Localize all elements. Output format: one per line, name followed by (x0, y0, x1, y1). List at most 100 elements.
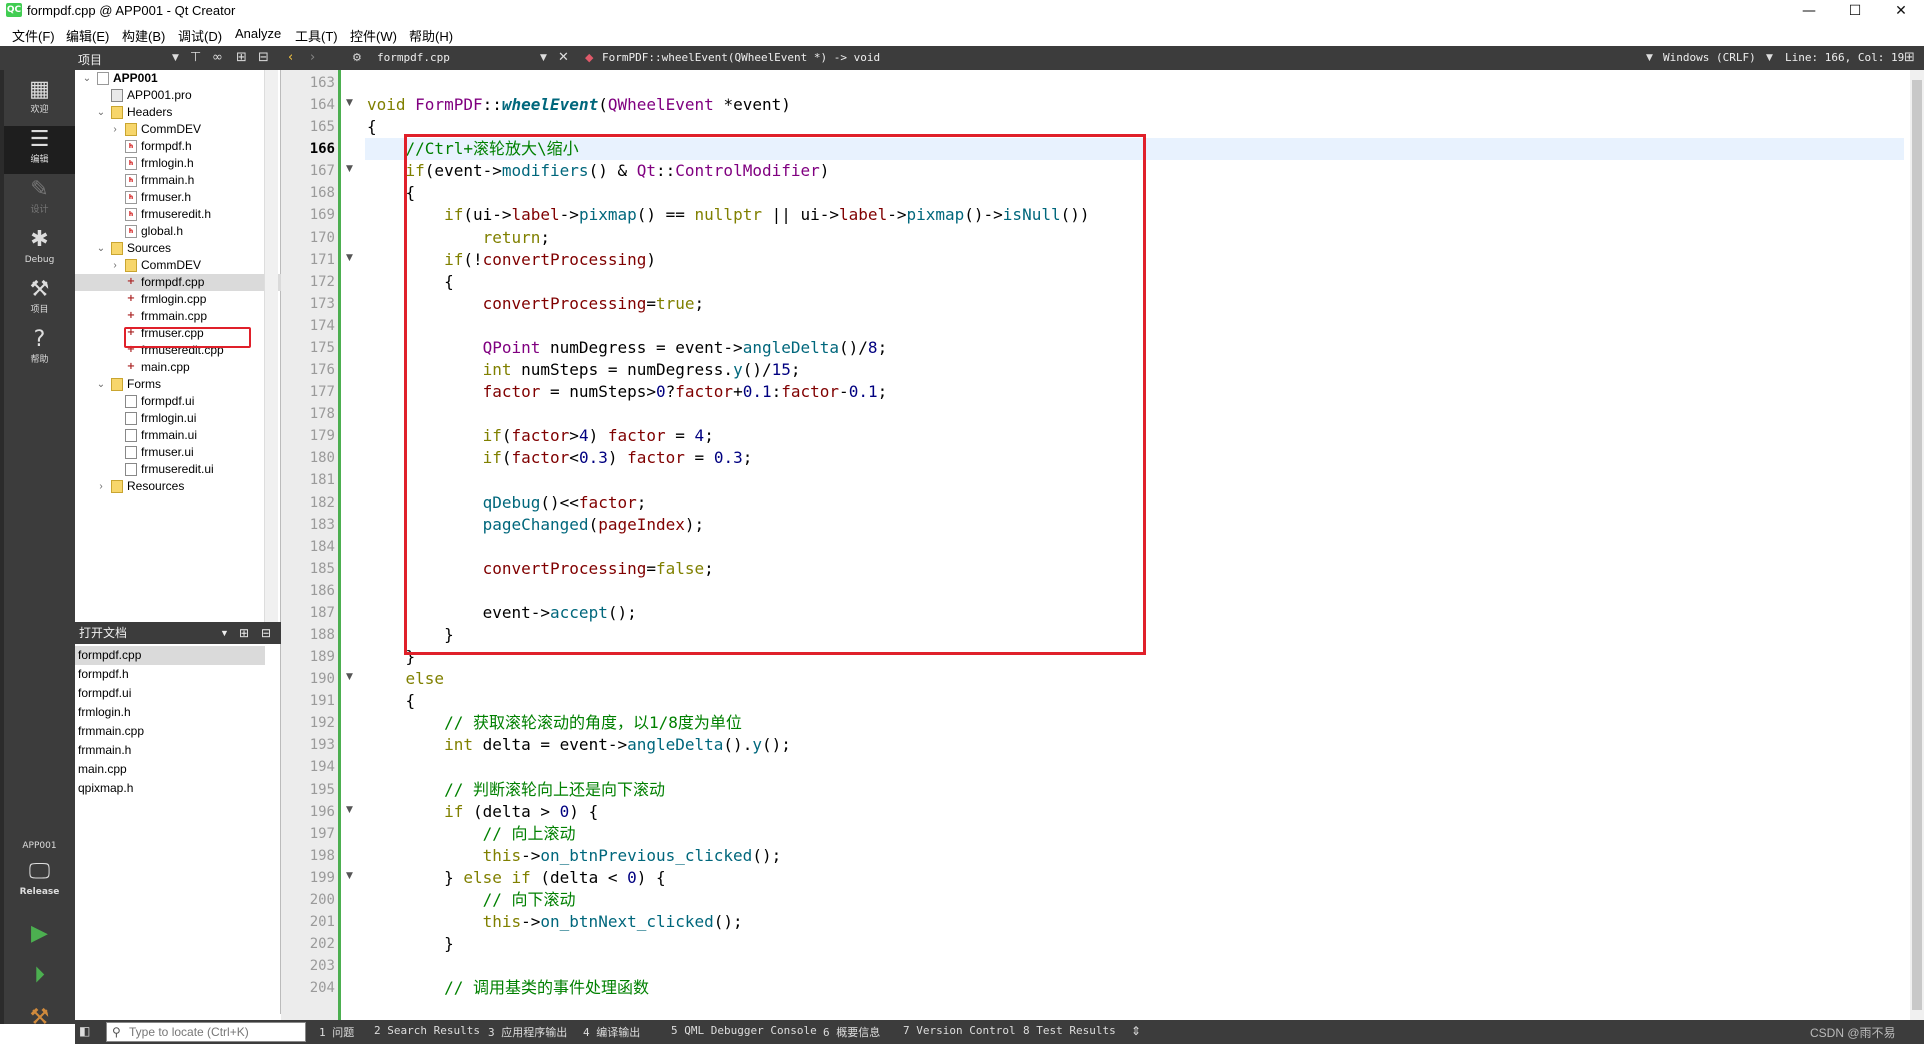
split-editor-icon[interactable]: ⊞ (1904, 48, 1915, 68)
menu-debug[interactable]: 调试(D) (178, 26, 222, 45)
chevron-down-icon[interactable]: ⌄ (95, 104, 107, 121)
code-line[interactable]: this->on_btnNext_clicked(); (367, 911, 743, 933)
fold-toggle-icon[interactable]: ▼ (346, 164, 353, 174)
restore-button[interactable]: ☐ (1832, 0, 1878, 22)
tree-item[interactable]: frmlogin.ui (75, 410, 281, 427)
tree-item[interactable]: h frmuseredit.h (75, 206, 281, 223)
position-dropdown-icon[interactable]: ▼ (1766, 48, 1773, 68)
output-pane-tab[interactable]: 7 Version Control (903, 1024, 1016, 1037)
menu-file[interactable]: 文件(F) (12, 26, 55, 45)
fold-toggle-icon[interactable]: ▼ (346, 253, 353, 263)
code-line[interactable]: void FormPDF::wheelEvent(QWheelEvent *ev… (367, 94, 791, 116)
tree-item[interactable]: › Resources (75, 478, 281, 495)
open-document-item[interactable]: frmmain.cpp (75, 722, 265, 741)
output-pane-tab[interactable]: 2 Search Results (374, 1024, 480, 1037)
cursor-position[interactable]: Line: 166, Col: 19 (1785, 51, 1904, 64)
open-document-item[interactable]: formpdf.h (75, 665, 265, 684)
chevron-right-icon[interactable]: › (109, 257, 121, 274)
menu-widgets[interactable]: 控件(W) (350, 26, 397, 45)
code-line[interactable]: int delta = event->angleDelta().y(); (367, 734, 791, 756)
tree-item[interactable]: › CommDEV (75, 121, 281, 138)
project-tree-scrollbar[interactable] (264, 70, 278, 622)
fold-toggle-icon[interactable]: ▼ (346, 871, 353, 881)
code-line[interactable]: if (delta > 0) { (367, 801, 598, 823)
mode-welcome[interactable]: ▦ 欢迎 (4, 76, 75, 124)
code-line[interactable]: { (367, 690, 416, 712)
open-document-item[interactable]: frmlogin.h (75, 703, 265, 722)
code-line[interactable]: else (367, 668, 445, 690)
minimize-button[interactable]: — (1786, 0, 1832, 22)
locate-input[interactable]: ⚲ Type to locate (Ctrl+K) (106, 1022, 306, 1042)
open-document-item[interactable]: frmmain.h (75, 741, 265, 760)
forward-icon[interactable]: › (310, 48, 315, 68)
code-line[interactable]: this->on_btnPrevious_clicked(); (367, 845, 782, 867)
open-documents-split-icon[interactable]: ⊞ (239, 622, 249, 644)
link-icon[interactable]: ∞ (212, 48, 223, 68)
line-ending-dropdown-icon[interactable]: ▼ (1646, 48, 1653, 68)
build-button[interactable]: ⚒ (4, 1004, 75, 1040)
chevron-down-icon[interactable]: ⌄ (95, 376, 107, 393)
fold-toggle-icon[interactable]: ▼ (346, 98, 353, 108)
close-file-icon[interactable]: ✕ (558, 48, 569, 68)
tree-item[interactable]: h global.h (75, 223, 281, 240)
output-pane-tab[interactable]: 4 编译输出 (583, 1024, 640, 1040)
chevron-right-icon[interactable]: › (109, 121, 121, 138)
open-document-item[interactable]: qpixmap.h (75, 779, 265, 798)
tree-item[interactable]: h frmmain.h (75, 172, 281, 189)
code-line[interactable]: // 获取滚轮滚动的角度，以1/8度为单位 (367, 712, 742, 734)
code-line[interactable]: // 向上滚动 (367, 823, 576, 845)
output-pane-tab[interactable]: 5 QML Debugger Console (671, 1024, 817, 1037)
mode-debug[interactable]: ✱ Debug (4, 226, 75, 274)
editor-scrollbar[interactable] (1910, 70, 1924, 1020)
tree-item[interactable]: ⌄ APP001 (75, 70, 281, 87)
tree-item[interactable]: + formpdf.cpp (75, 274, 281, 291)
code-line[interactable]: // 向下滚动 (367, 889, 576, 911)
tree-item[interactable]: frmmain.ui (75, 427, 281, 444)
output-pane-tab[interactable]: 3 应用程序输出 (488, 1024, 567, 1040)
line-ending[interactable]: Windows (CRLF) (1663, 51, 1756, 64)
tree-item[interactable]: h formpdf.h (75, 138, 281, 155)
open-document-item[interactable]: main.cpp (75, 760, 265, 779)
back-icon[interactable]: ‹ (288, 48, 293, 68)
code-line[interactable]: // 判断滚轮向上还是向下滚动 (367, 779, 665, 801)
tree-item[interactable]: › CommDEV (75, 257, 281, 274)
mode-help[interactable]: ? 帮助 (4, 326, 75, 374)
mode-edit[interactable]: ☰ 编辑 (4, 126, 75, 174)
mode-design[interactable]: ✎ 设计 (4, 176, 75, 224)
split-icon[interactable]: ⊞ (236, 48, 247, 68)
debug-run-button[interactable]: ⏵ (4, 962, 75, 998)
tree-item[interactable]: ⌄ Sources (75, 240, 281, 257)
fold-toggle-icon[interactable]: ▼ (346, 672, 353, 682)
tree-item[interactable]: + frmlogin.cpp (75, 291, 281, 308)
code-line[interactable]: { (367, 116, 377, 138)
tree-item[interactable]: + main.cpp (75, 359, 281, 376)
file-dropdown-icon[interactable]: ▼ (540, 48, 547, 68)
code-line[interactable]: // 调用基类的事件处理函数 (367, 977, 649, 999)
close-button[interactable]: ✕ (1878, 0, 1924, 22)
scrollbar-thumb[interactable] (1912, 80, 1922, 1010)
menu-edit[interactable]: 编辑(E) (66, 26, 109, 45)
sidebar-toggle-icon[interactable]: ◧ (79, 1024, 90, 1038)
fold-toggle-icon[interactable]: ▼ (346, 805, 353, 815)
code-line[interactable]: } (367, 933, 454, 955)
open-file-tab[interactable]: formpdf.cpp (377, 51, 450, 64)
panel-dropdown-icon[interactable]: ▼ (172, 48, 179, 68)
tree-item[interactable]: ⌄ Headers (75, 104, 281, 121)
menu-build[interactable]: 构建(B) (122, 26, 165, 45)
open-documents-dropdown-icon[interactable]: ▼ (220, 622, 229, 644)
kit-selector[interactable]: 🖵 Release (4, 858, 75, 910)
open-documents-close-icon[interactable]: ⊟ (261, 622, 271, 644)
tree-item[interactable]: formpdf.ui (75, 393, 281, 410)
chevron-down-icon[interactable]: ⌄ (81, 70, 93, 87)
filter-icon[interactable]: ⊤ (190, 48, 201, 68)
tree-item[interactable]: h frmlogin.h (75, 155, 281, 172)
output-pane-tab[interactable]: 6 概要信息 (823, 1024, 880, 1040)
tree-item[interactable]: APP001.pro (75, 87, 281, 104)
tree-item[interactable]: frmuser.ui (75, 444, 281, 461)
open-document-item[interactable]: formpdf.ui (75, 684, 265, 703)
tree-item[interactable]: h frmuser.h (75, 189, 281, 206)
output-pane-tab[interactable]: 1 问题 (319, 1024, 354, 1040)
close-panel-icon[interactable]: ⊟ (258, 48, 269, 68)
output-pane-tab[interactable]: 8 Test Results (1023, 1024, 1116, 1037)
tree-item[interactable]: frmuseredit.ui (75, 461, 281, 478)
